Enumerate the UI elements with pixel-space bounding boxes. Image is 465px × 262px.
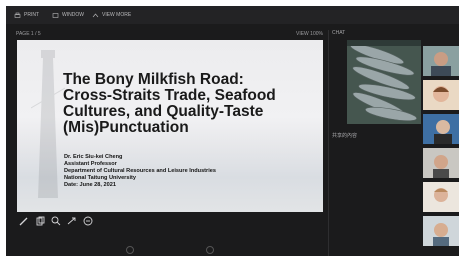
toolbar-item-more[interactable]: VIEW MORE [92, 9, 131, 21]
participant-video-column [423, 46, 459, 246]
participant-tile[interactable] [423, 80, 459, 110]
toolbar-label-more: VIEW MORE [102, 12, 132, 18]
pen-icon[interactable] [19, 216, 29, 226]
slide-title: The Bony Milkfish Road: Cross-Straits Tr… [63, 72, 313, 136]
zoom-search-icon[interactable] [51, 216, 61, 226]
slide-title-line: Cultures, and Quality-Taste [63, 103, 264, 120]
meeting-app-window: PRINT WINDOW VIEW MORE PAGE 1 / 5 VIEW 1… [6, 6, 459, 256]
print-icon [14, 12, 21, 19]
side-panel-label: CHAT [332, 30, 346, 36]
slide-title-line: The Bony Milkfish Road: [63, 71, 244, 88]
pointer-icon[interactable] [67, 216, 77, 226]
shared-content-caption: 共享的內容 [332, 133, 358, 139]
screen-frame: PRINT WINDOW VIEW MORE PAGE 1 / 5 VIEW 1… [0, 0, 465, 262]
bottom-controls [6, 244, 328, 256]
mic-control-icon[interactable] [126, 246, 134, 254]
camera-control-icon[interactable] [206, 246, 214, 254]
annotation-toolbar [19, 215, 93, 227]
more-icon [92, 12, 99, 19]
participant-tile[interactable] [423, 46, 459, 76]
author-department: Department of Cultural Resources and Lei… [64, 168, 216, 175]
page-indicator: PAGE 1 / 5 [16, 31, 41, 37]
participant-tile[interactable] [423, 114, 459, 144]
author-name: Dr. Eric Siu-kei Cheng [64, 154, 123, 160]
lighthouse-illustration [31, 50, 65, 198]
top-toolbar: PRINT WINDOW VIEW MORE [6, 6, 459, 24]
zoom-level[interactable]: VIEW 100% [296, 31, 323, 37]
toolbar-label-window: WINDOW [62, 12, 84, 18]
author-university: National Taitung University [64, 175, 137, 182]
slide-author-block: Dr. Eric Siu-kei Cheng Assistant Profess… [64, 154, 314, 189]
slide-title-line: (Mis)Punctuation [63, 119, 189, 136]
participant-tile[interactable] [423, 148, 459, 178]
slide-title-line: Cross-Straits Trade, Seafood [63, 87, 276, 104]
presentation-date: Date: June 28, 2021 [64, 182, 116, 189]
toolbar-item-print[interactable]: PRINT [14, 9, 39, 21]
participant-tile[interactable] [423, 182, 459, 212]
toolbar-label-print: PRINT [24, 12, 39, 18]
toolbar-item-window[interactable]: WINDOW [52, 9, 84, 21]
participant-tile[interactable] [423, 216, 459, 246]
viewer-subbar: PAGE 1 / 5 VIEW 100% [6, 28, 328, 40]
shared-fish-photo [347, 40, 421, 124]
author-position: Assistant Professor [64, 161, 117, 168]
copy-icon[interactable] [35, 216, 45, 226]
presentation-slide: The Bony Milkfish Road: Cross-Straits Tr… [17, 40, 323, 212]
window-icon [52, 12, 59, 19]
panel-divider [328, 30, 329, 256]
more-options-icon[interactable] [83, 216, 93, 226]
